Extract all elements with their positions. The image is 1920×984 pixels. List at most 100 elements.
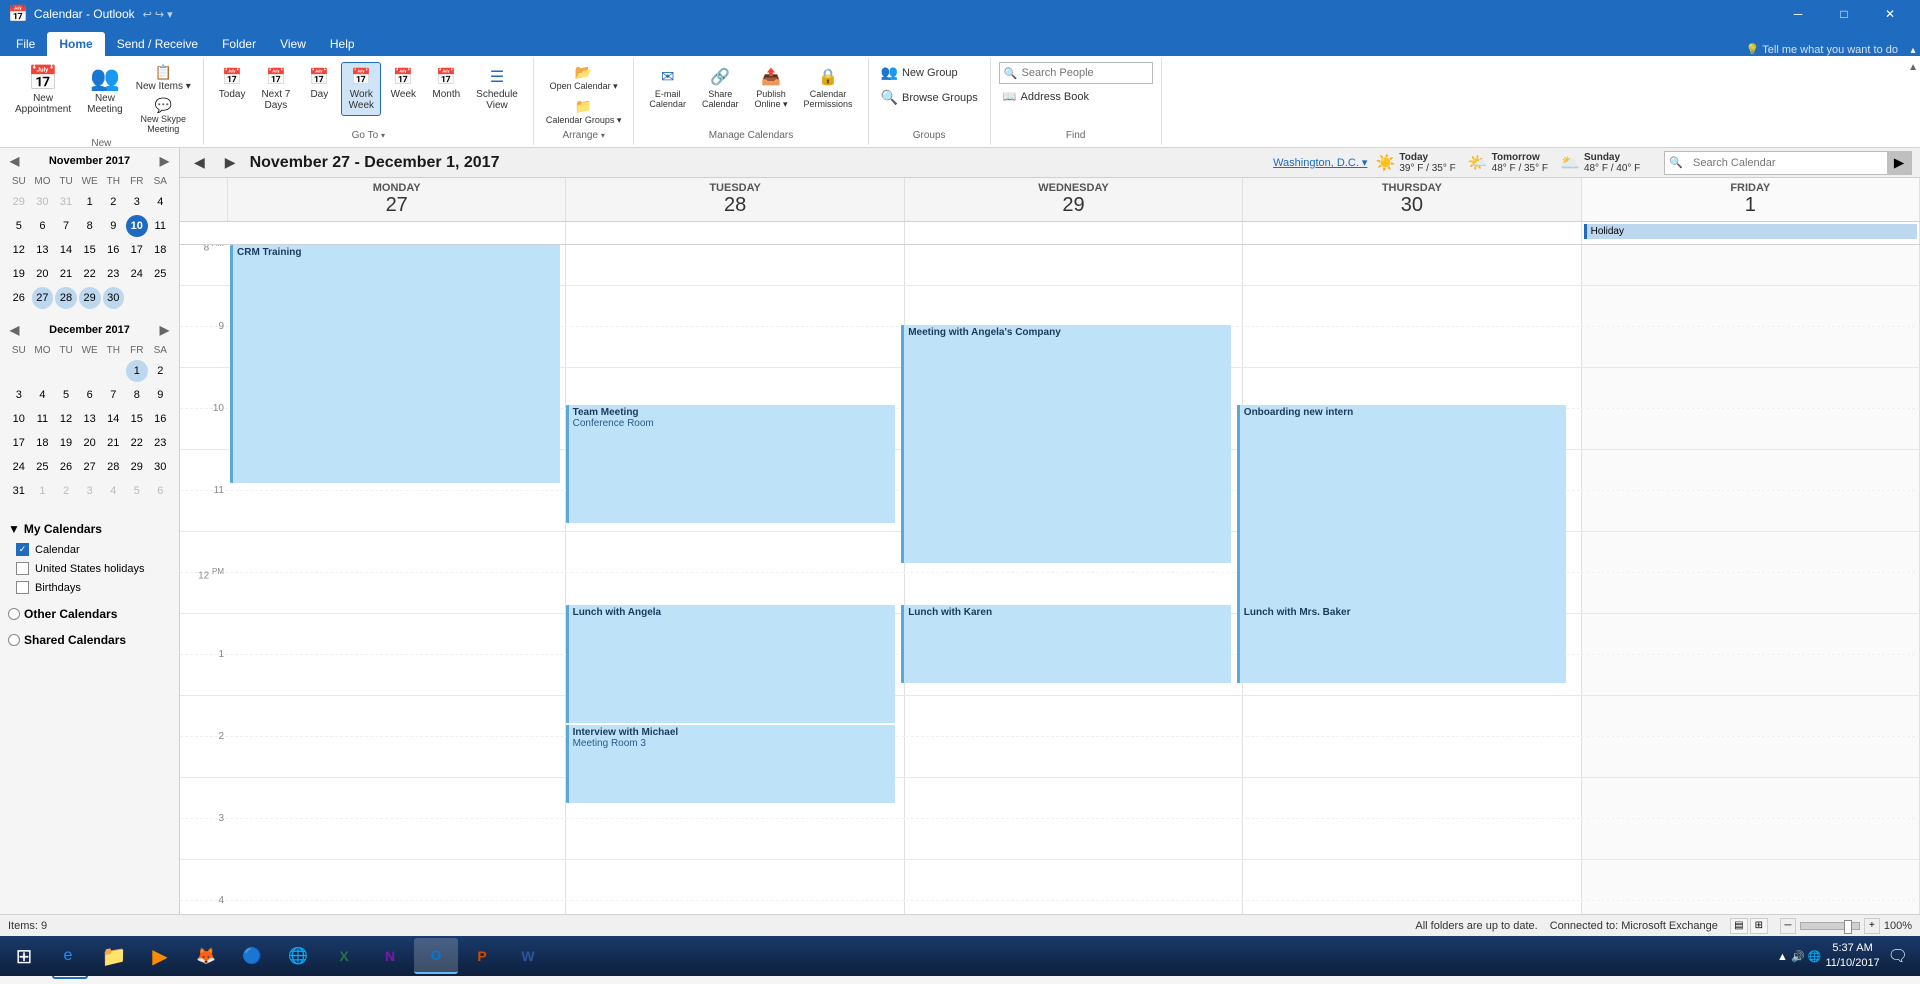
cell-mon-830[interactable]: [228, 286, 566, 326]
zoom-out-button[interactable]: ─: [1780, 918, 1796, 934]
mini-cal-dec-prev[interactable]: ◀: [6, 323, 23, 337]
cell-tue-330[interactable]: [566, 860, 904, 900]
cell-tue-1130[interactable]: [566, 532, 904, 572]
day-button[interactable]: 📅 Day: [299, 62, 339, 105]
cell-wed-330[interactable]: [905, 860, 1243, 900]
cell-fri-3[interactable]: [1582, 819, 1920, 859]
zoom-in-button[interactable]: +: [1864, 918, 1880, 934]
cell-mon-10[interactable]: [228, 409, 566, 449]
cell-wed-8[interactable]: [905, 245, 1243, 285]
calendar-groups-button[interactable]: 📁 Calendar Groups ▾: [542, 96, 626, 128]
cell-fri-9[interactable]: [1582, 327, 1920, 367]
taskbar-ppt[interactable]: P: [460, 938, 504, 974]
cell-fri-1[interactable]: [1582, 655, 1920, 695]
time-grid[interactable]: 8 AM 9: [180, 245, 1920, 914]
new-meeting-button[interactable]: 👥 NewMeeting: [80, 62, 130, 120]
cell-thu-12[interactable]: [1243, 573, 1581, 613]
start-button[interactable]: ⊞: [4, 938, 44, 974]
holiday-event[interactable]: Holiday: [1584, 224, 1917, 239]
mini-cal-prev[interactable]: ◀: [6, 154, 23, 168]
taskbar-word[interactable]: W: [506, 938, 550, 974]
publish-online-button[interactable]: 📤 PublishOnline ▾: [747, 62, 794, 115]
taskbar-explorer[interactable]: 📁: [92, 938, 136, 974]
cell-mon-9[interactable]: [228, 327, 566, 367]
cell-wed-2[interactable]: [905, 737, 1243, 777]
tell-me-bar[interactable]: 💡 Tell me what you want to do: [1738, 43, 1906, 56]
shared-cal-checkbox[interactable]: [8, 634, 20, 646]
cell-fri-2[interactable]: [1582, 737, 1920, 777]
zoom-handle[interactable]: [1844, 920, 1852, 934]
cell-wed-9[interactable]: [905, 327, 1243, 367]
new-skype-meeting-button[interactable]: 💬 New Skype Meeting: [132, 95, 195, 136]
cell-tue-1230[interactable]: [566, 614, 904, 654]
cell-wed-1[interactable]: [905, 655, 1243, 695]
cell-thu-830[interactable]: [1243, 286, 1581, 326]
tab-folder[interactable]: Folder: [210, 32, 268, 56]
search-calendar-input[interactable]: [1687, 152, 1887, 174]
normal-view-button[interactable]: ▤: [1730, 918, 1748, 934]
cell-mon-930[interactable]: [228, 368, 566, 408]
cell-thu-4[interactable]: [1243, 901, 1581, 914]
cell-fri-830[interactable]: [1582, 286, 1920, 326]
cell-fri-130[interactable]: [1582, 696, 1920, 736]
email-calendar-button[interactable]: ✉ E-mailCalendar: [642, 62, 693, 114]
taskbar-browser2[interactable]: 🌐: [276, 938, 320, 974]
ribbon-expand-btn[interactable]: ▲: [1906, 58, 1920, 145]
cell-fri-11[interactable]: [1582, 491, 1920, 531]
cell-wed-130[interactable]: [905, 696, 1243, 736]
cell-thu-1130[interactable]: [1243, 532, 1581, 572]
cell-tue-230[interactable]: [566, 778, 904, 818]
cell-thu-3[interactable]: [1243, 819, 1581, 859]
cell-fri-8[interactable]: [1582, 245, 1920, 285]
cell-fri-230[interactable]: [1582, 778, 1920, 818]
cell-thu-10[interactable]: [1243, 409, 1581, 449]
cell-fri-1130[interactable]: [1582, 532, 1920, 572]
tab-view[interactable]: View: [268, 32, 318, 56]
search-calendar-button[interactable]: ▶: [1887, 151, 1911, 175]
tab-home[interactable]: Home: [47, 32, 104, 56]
address-book-button[interactable]: 📖 Address Book: [999, 88, 1093, 105]
minimize-button[interactable]: ─: [1776, 0, 1820, 28]
cell-wed-930[interactable]: [905, 368, 1243, 408]
cell-thu-1[interactable]: [1243, 655, 1581, 695]
calendar-checkbox[interactable]: ✓: [16, 543, 29, 556]
cell-wed-1130[interactable]: [905, 532, 1243, 572]
taskbar-onenote[interactable]: N: [368, 938, 412, 974]
cell-mon-11[interactable]: [228, 491, 566, 531]
cell-fri-12[interactable]: [1582, 573, 1920, 613]
calendar-item-birthdays[interactable]: Birthdays: [8, 578, 171, 597]
cell-tue-830[interactable]: [566, 286, 904, 326]
cell-mon-130[interactable]: [228, 696, 566, 736]
schedule-view-button[interactable]: ☰ ScheduleView: [469, 62, 525, 116]
share-calendar-button[interactable]: 🔗 ShareCalendar: [695, 62, 746, 114]
tab-send-receive[interactable]: Send / Receive: [105, 32, 210, 56]
zoom-slider[interactable]: [1800, 922, 1860, 930]
cell-tue-1030[interactable]: [566, 450, 904, 490]
taskbar-media[interactable]: ▶: [138, 938, 182, 974]
new-group-button[interactable]: 👥 New Group: [877, 62, 982, 83]
shared-calendars-header[interactable]: Shared Calendars: [8, 629, 171, 651]
cell-mon-230[interactable]: [228, 778, 566, 818]
cell-tue-4[interactable]: [566, 901, 904, 914]
cell-mon-1230[interactable]: [228, 614, 566, 654]
next7-button[interactable]: 📅 Next 7Days: [254, 62, 297, 116]
other-calendars-header[interactable]: Other Calendars: [8, 603, 171, 625]
cell-tue-1[interactable]: [566, 655, 904, 695]
other-cal-checkbox[interactable]: [8, 608, 20, 620]
notification-button[interactable]: 🗨: [1888, 946, 1908, 966]
search-people-input[interactable]: [1022, 63, 1152, 83]
cell-fri-10[interactable]: [1582, 409, 1920, 449]
open-calendar-button[interactable]: 📂 Open Calendar ▾: [542, 62, 626, 94]
today-button[interactable]: 📅 Today: [212, 62, 253, 105]
cell-mon-4[interactable]: [228, 901, 566, 914]
cell-tue-2[interactable]: [566, 737, 904, 777]
cell-fri-4[interactable]: [1582, 901, 1920, 914]
cell-wed-1230[interactable]: [905, 614, 1243, 654]
cell-tue-11[interactable]: [566, 491, 904, 531]
taskbar-chrome[interactable]: 🔵: [230, 938, 274, 974]
browse-groups-button[interactable]: 🔍 Browse Groups: [877, 87, 982, 108]
taskbar-ie[interactable]: e: [46, 938, 90, 974]
cell-tue-12[interactable]: [566, 573, 904, 613]
reading-view-button[interactable]: ⊞: [1750, 918, 1768, 934]
cell-mon-1130[interactable]: [228, 532, 566, 572]
